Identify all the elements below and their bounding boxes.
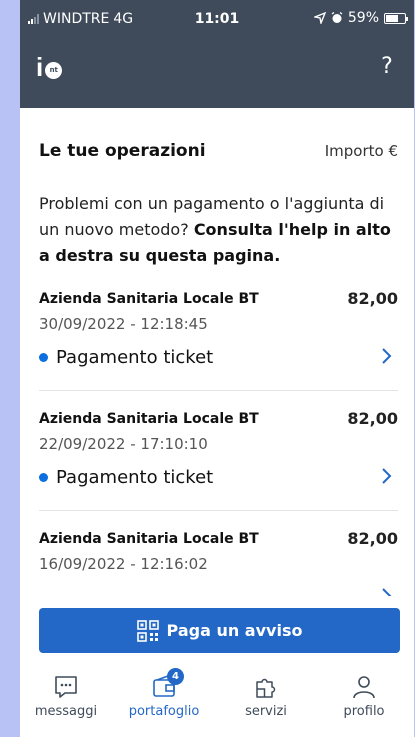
- tab-profilo[interactable]: profilo: [324, 674, 404, 719]
- battery-percentage: 59%: [347, 10, 379, 26]
- transaction-amount: 82,00: [347, 409, 398, 428]
- status-bar: WINDTRE 4G 11:01 59%: [20, 0, 414, 34]
- tab-label: portafoglio: [128, 704, 200, 719]
- battery-icon: [384, 12, 408, 24]
- app-header: WINDTRE 4G 11:01 59% i nt ?: [20, 0, 414, 108]
- location-arrow-icon: [313, 12, 326, 24]
- alarm-icon: [331, 12, 343, 23]
- transaction-amount: 82,00: [347, 529, 398, 548]
- transaction-row[interactable]: Azienda Sanitaria Locale BT 82,00 16/09/…: [39, 529, 398, 596]
- qr-code-icon: [136, 619, 159, 642]
- tab-label: profilo: [343, 704, 385, 719]
- transaction-date: 16/09/2022 - 12:16:02: [39, 555, 208, 573]
- transaction-merchant: Azienda Sanitaria Locale BT: [39, 291, 259, 307]
- app-screen: WINDTRE 4G 11:01 59% i nt ? Le tue opera…: [20, 0, 414, 737]
- chevron-right-icon[interactable]: [374, 344, 398, 368]
- transaction-status: Pagamento ticket: [39, 467, 213, 488]
- tab-label: servizi: [245, 704, 287, 719]
- list-header: Le tue operazioni Importo €: [39, 141, 398, 161]
- person-icon: [353, 676, 375, 699]
- help-message: Problemi con un pagamento o l'aggiunta d…: [39, 191, 398, 269]
- transaction-row[interactable]: Azienda Sanitaria Locale BT 82,00 22/09/…: [39, 409, 398, 511]
- pay-notice-button[interactable]: Paga un avviso: [39, 608, 400, 653]
- transaction-row[interactable]: Azienda Sanitaria Locale BT 82,00 30/09/…: [39, 289, 398, 391]
- status-right: 59%: [313, 10, 408, 26]
- transaction-merchant: Azienda Sanitaria Locale BT: [39, 411, 259, 427]
- transaction-date: 30/09/2022 - 12:18:45: [39, 315, 208, 333]
- chat-icon: [55, 676, 77, 698]
- status-dot-icon: [39, 473, 48, 482]
- chevron-right-icon[interactable]: [374, 464, 398, 488]
- list-title: Le tue operazioni: [39, 141, 206, 161]
- amount-column-label: Importo €: [324, 142, 398, 160]
- notification-badge: 4: [167, 668, 184, 685]
- bottom-tab-bar: messaggi 4 portafoglio servizi profilo: [20, 666, 414, 737]
- help-button[interactable]: ?: [372, 52, 402, 82]
- transaction-label: Pagamento ticket: [56, 467, 214, 488]
- tab-messaggi[interactable]: messaggi: [26, 674, 106, 719]
- transaction-label: Pagamento ticket: [56, 347, 214, 368]
- tab-label: messaggi: [34, 704, 98, 719]
- transaction-date: 22/09/2022 - 17:10:10: [39, 435, 208, 453]
- status-dot-icon: [39, 353, 48, 362]
- chevron-right-icon[interactable]: [374, 584, 398, 596]
- pay-notice-label: Paga un avviso: [166, 621, 303, 640]
- operations-list: Le tue operazioni Importo € Problemi con…: [20, 108, 414, 596]
- transaction-amount: 82,00: [347, 289, 398, 308]
- tab-servizi[interactable]: servizi: [226, 674, 306, 719]
- logo-badge: nt: [45, 62, 63, 79]
- transaction-status: Pagamento ticket: [39, 347, 213, 368]
- io-logo: i nt: [36, 54, 63, 80]
- tab-portafoglio[interactable]: 4 portafoglio: [124, 668, 204, 719]
- transaction-merchant: Azienda Sanitaria Locale BT: [39, 531, 259, 547]
- puzzle-icon: [256, 678, 276, 698]
